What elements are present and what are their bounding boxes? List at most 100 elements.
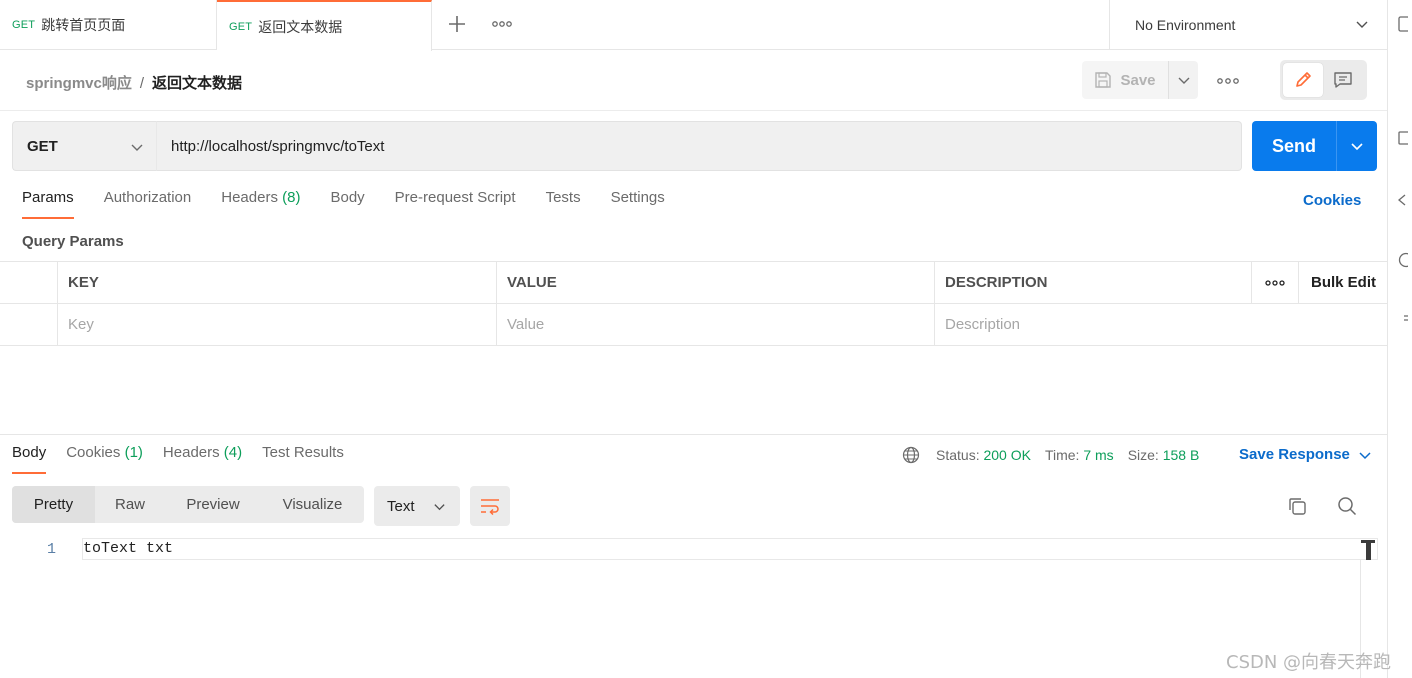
column-header-value: VALUE (496, 262, 935, 303)
request-header-bar: springmvc响应 / 返回文本数据 Save (0, 50, 1387, 111)
query-params-title: Query Params (22, 233, 124, 250)
tab-strip: GET 跳转首页页面 GET 返回文本数据 No Environment (0, 0, 1412, 51)
breadcrumb-collection[interactable]: springmvc响应 (26, 75, 132, 92)
pencil-icon (1296, 72, 1311, 87)
save-response-button[interactable]: Save Response (1239, 446, 1372, 463)
query-params-table: KEY VALUE DESCRIPTION Bulk Edit (0, 261, 1387, 346)
cookies-link[interactable]: Cookies (1303, 192, 1361, 209)
more-icon (1265, 279, 1285, 286)
table-row (0, 304, 1387, 346)
comment-icon (1334, 72, 1352, 88)
watermark: CSDN @向春天奔跑 (1226, 652, 1392, 673)
view-mode-toggle (1280, 60, 1367, 100)
tab-authorization[interactable]: Authorization (104, 189, 192, 219)
http-method-select[interactable]: GET (12, 121, 156, 171)
request-more-button[interactable] (1217, 72, 1239, 90)
chevron-down-icon (434, 504, 445, 511)
key-input[interactable] (68, 316, 497, 333)
more-icon (492, 21, 512, 27)
language-select[interactable]: Text (374, 486, 460, 526)
http-method-value: GET (27, 137, 58, 155)
save-group: Save (1082, 61, 1198, 99)
value-input[interactable] (507, 316, 935, 333)
comments-icon[interactable] (1396, 130, 1408, 146)
tab-method: GET (229, 20, 253, 33)
wrap-lines-button[interactable] (470, 486, 510, 526)
chevron-down-icon (1351, 143, 1363, 151)
value-cell (496, 304, 935, 345)
format-preview[interactable]: Preview (165, 486, 261, 523)
body-format-toggle: Pretty Raw Preview Visualize (12, 486, 364, 523)
editor-scrollbar-thumb[interactable] (1361, 540, 1375, 560)
table-header-row: KEY VALUE DESCRIPTION Bulk Edit (0, 262, 1387, 304)
tab-label: 跳转首页页面 (41, 17, 126, 33)
comments-mode-button[interactable] (1323, 63, 1363, 97)
tab-label: Headers (162, 444, 220, 461)
save-icon (1095, 72, 1112, 88)
breadcrumb: springmvc响应 / 返回文本数据 (26, 72, 242, 93)
tab-headers[interactable]: Headers (8) (221, 189, 300, 219)
tab-pre-request-script[interactable]: Pre-request Script (395, 189, 516, 219)
chevron-down-icon (1356, 21, 1368, 28)
tab-label: 返回文本数据 (258, 18, 343, 35)
response-tab-test-results[interactable]: Test Results (262, 444, 344, 474)
status-readout[interactable]: Status: 200 OK (936, 447, 1031, 463)
globe-icon[interactable] (902, 446, 920, 464)
tab-count: (4) (223, 444, 243, 461)
copy-button[interactable] (1287, 496, 1307, 516)
connections-icon[interactable] (1396, 310, 1408, 326)
edit-mode-button[interactable] (1283, 63, 1323, 97)
send-button[interactable]: Send (1252, 121, 1336, 171)
column-header-key: KEY (57, 262, 497, 303)
url-input[interactable] (156, 121, 1242, 171)
bulk-edit-button[interactable]: Bulk Edit (1298, 262, 1387, 303)
request-tab[interactable]: GET 跳转首页页面 (0, 0, 217, 50)
request-tabs: Params Authorization Headers (8) Body Pr… (22, 189, 695, 219)
request-tab-active[interactable]: GET 返回文本数据 (217, 0, 432, 51)
response-meta: Status: 200 OK Time: 7 ms Size: 158 B (902, 446, 1213, 464)
tab-label: Settings (610, 189, 665, 206)
tab-label: Cookies (66, 444, 121, 461)
time-readout[interactable]: Time: 7 ms (1045, 447, 1114, 463)
breadcrumb-request-name[interactable]: 返回文本数据 (152, 75, 242, 92)
plus-icon (449, 16, 465, 32)
response-tab-body[interactable]: Body (12, 444, 47, 474)
chevron-down-icon (131, 144, 143, 151)
environment-select[interactable]: No Environment (1109, 0, 1387, 50)
tab-label: Test Results (262, 444, 344, 461)
response-tabs: Body Cookies (1) Headers (4) Test Result… (12, 444, 364, 474)
time-label: Time: (1044, 447, 1080, 463)
column-header-description: DESCRIPTION (934, 262, 1252, 303)
table-more-button[interactable] (1251, 262, 1299, 303)
size-value: 158 B (1162, 447, 1200, 463)
response-tab-headers[interactable]: Headers (4) (163, 444, 242, 474)
response-tab-cookies[interactable]: Cookies (1) (66, 444, 143, 474)
tab-params[interactable]: Params (22, 189, 74, 219)
tab-label: Authorization (103, 189, 192, 206)
send-options-button[interactable] (1336, 121, 1377, 171)
tab-settings[interactable]: Settings (611, 189, 665, 219)
tab-tests[interactable]: Tests (546, 189, 581, 219)
search-button[interactable] (1337, 496, 1357, 516)
response-body-editor[interactable]: 1 toText txt (0, 538, 1387, 678)
size-readout[interactable]: Size: 158 B (1128, 447, 1200, 463)
response-divider[interactable] (0, 434, 1387, 435)
format-pretty[interactable]: Pretty (12, 486, 95, 523)
chevron-down-icon (1359, 451, 1371, 459)
more-icon (1217, 78, 1239, 84)
info-icon[interactable] (1396, 252, 1408, 268)
key-cell (57, 304, 497, 345)
format-raw[interactable]: Raw (95, 486, 165, 523)
documentation-icon[interactable] (1396, 16, 1408, 32)
format-visualize[interactable]: Visualize (261, 486, 364, 523)
save-button[interactable]: Save (1082, 61, 1168, 99)
save-options-button[interactable] (1168, 61, 1198, 99)
description-input[interactable] (945, 316, 1387, 333)
size-label: Size: (1127, 447, 1159, 463)
tab-body[interactable]: Body (330, 189, 364, 219)
new-tab-button[interactable] (446, 13, 468, 35)
tabs-more-button[interactable] (492, 14, 512, 34)
search-icon (1338, 497, 1357, 516)
code-icon[interactable] (1396, 192, 1408, 208)
code-line[interactable]: toText txt (82, 538, 1378, 560)
